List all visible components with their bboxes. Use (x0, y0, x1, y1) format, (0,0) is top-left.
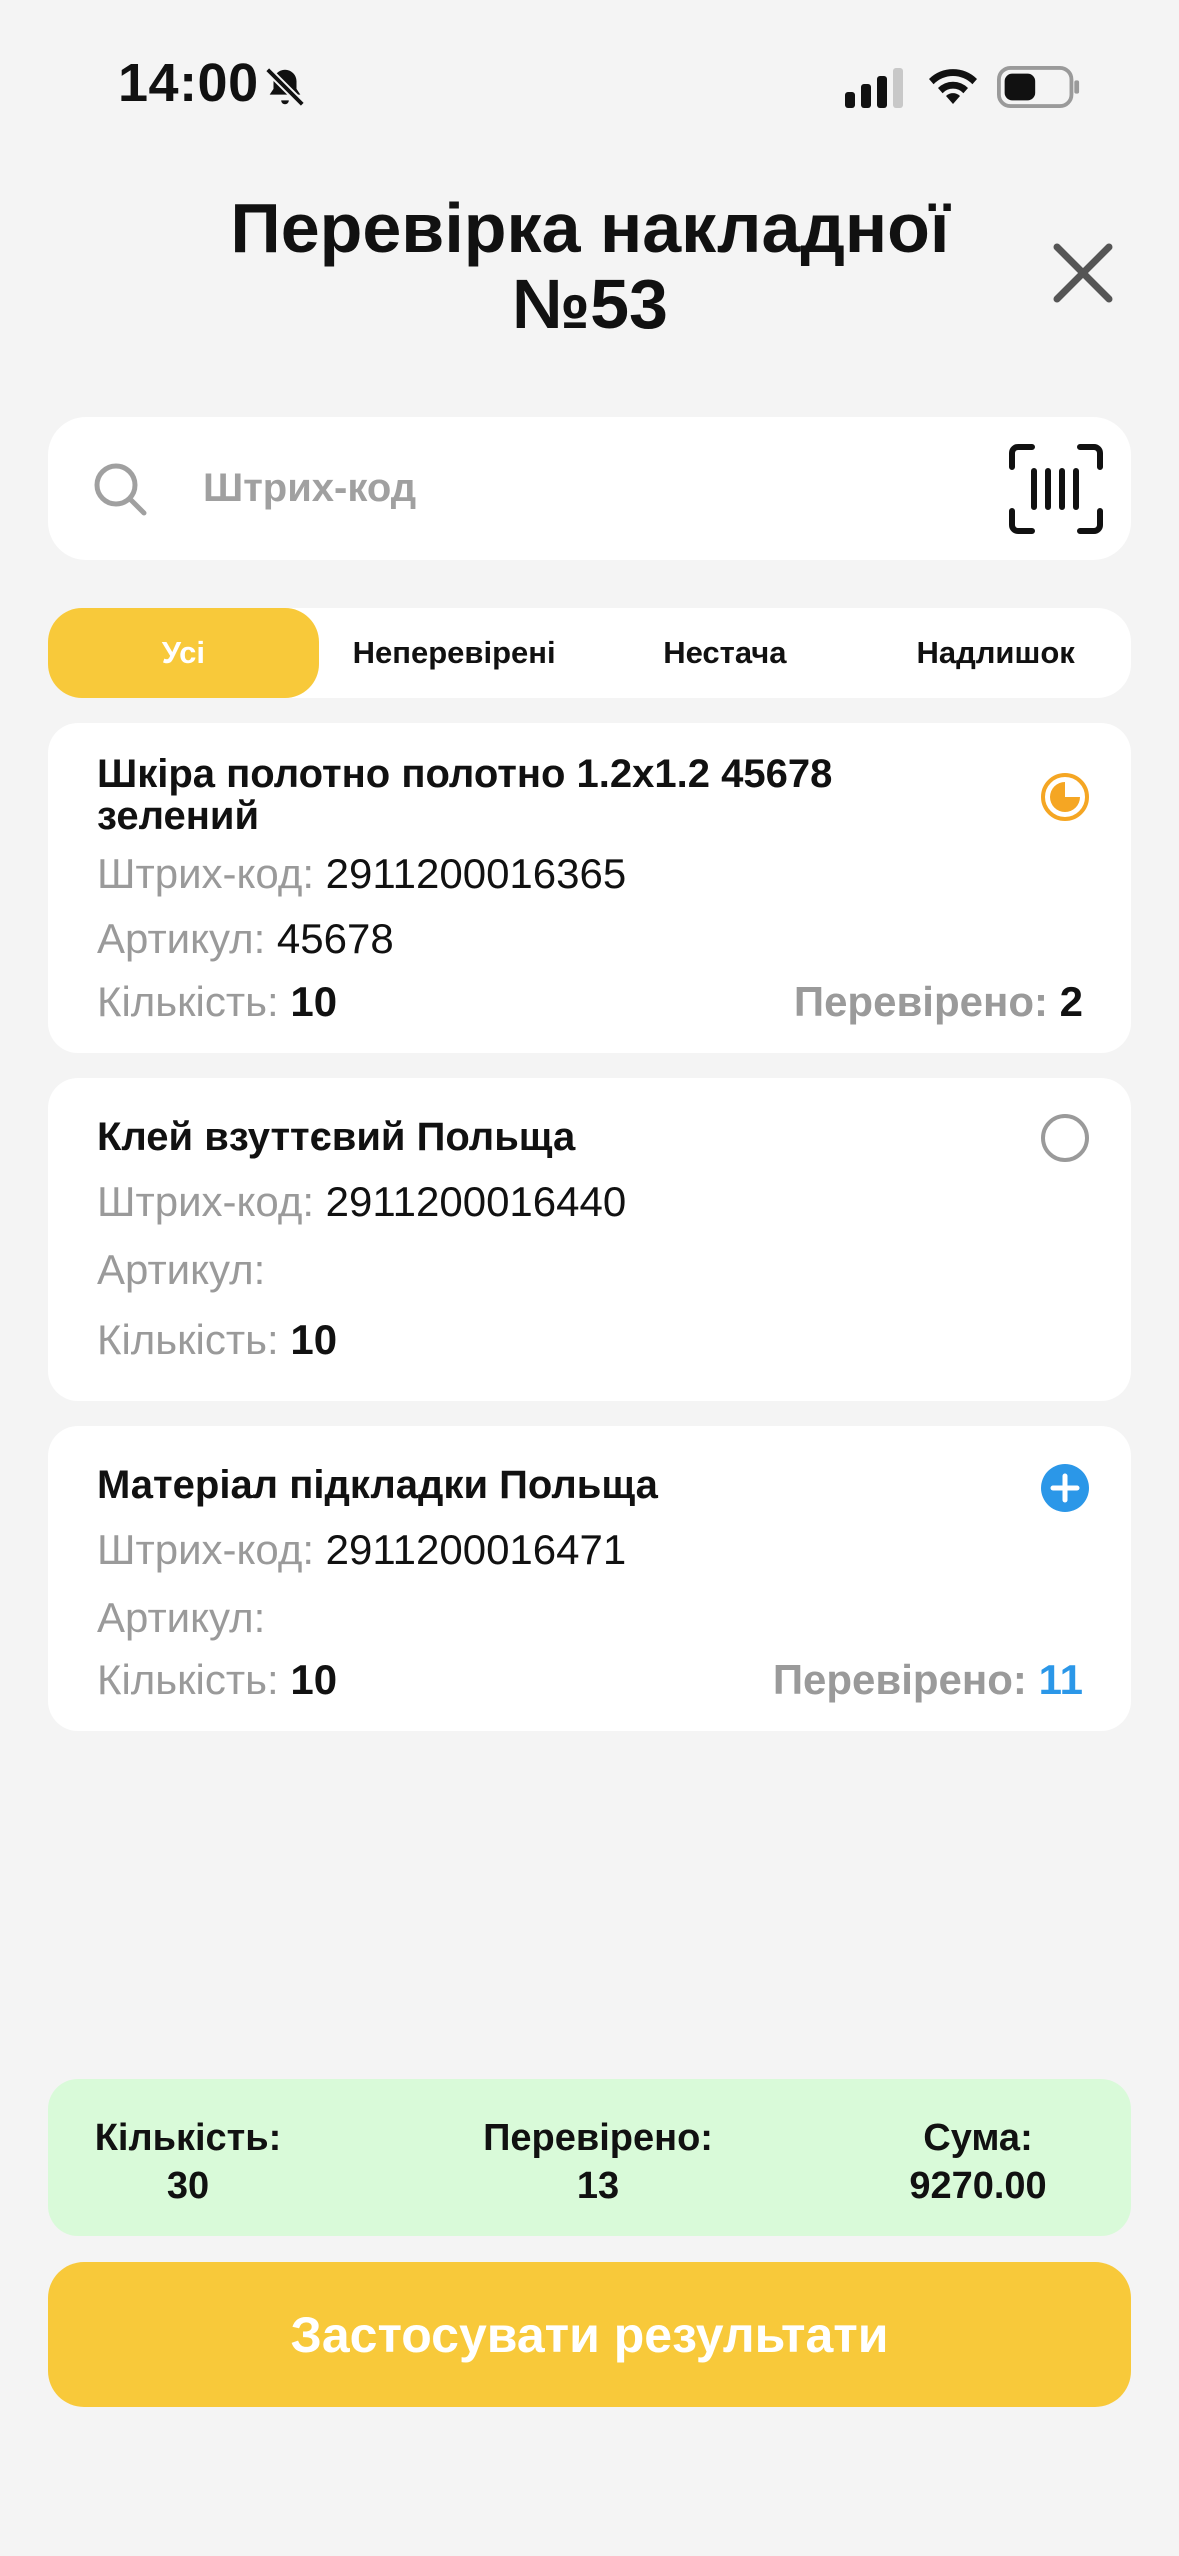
barcode-value: 2911200016365 (325, 850, 627, 897)
barcode-row: Штрих-код: 2911200016471 (97, 1526, 626, 1574)
checked-row: Перевірено: 2 (794, 978, 1083, 1026)
tab-surplus[interactable]: Надлишок (860, 608, 1131, 698)
quantity-value: 10 (290, 1316, 338, 1363)
tab-shortage[interactable]: Нестача (590, 608, 861, 698)
quantity-row: Кількість: 10 (97, 978, 337, 1026)
status-time: 14:00 (118, 53, 259, 113)
bell-muted-icon (265, 67, 305, 107)
filter-tabs: Усі Неперевірені Нестача Надлишок (48, 608, 1131, 698)
summary-quantity-value: 30 (166, 2165, 210, 2207)
item-name: Матеріал підкладки Польща (97, 1463, 658, 1507)
checked-label: Перевірено: (772, 1656, 1027, 1703)
quantity-label: Кількість: (97, 1316, 279, 1363)
quantity-value: 10 (290, 978, 338, 1025)
summary-quantity-label: Кількість: (94, 2117, 282, 2159)
summary-checked-value: 13 (576, 2165, 620, 2207)
checked-value: 2 (1059, 978, 1083, 1025)
quantity-label: Кількість: (97, 978, 279, 1025)
item-name: Шкіра полотно полотно 1.2x1.2 45678 зеле… (97, 752, 833, 838)
item-card[interactable]: Шкіра полотно полотно 1.2x1.2 45678 зеле… (48, 723, 1131, 1053)
battery-icon (997, 66, 1080, 108)
article-label: Артикул: (97, 915, 266, 962)
summary-checked: Перевірено: 13 (468, 2114, 728, 2210)
empty-circle-icon[interactable] (1039, 1112, 1091, 1164)
barcode-row: Штрих-код: 2911200016365 (97, 850, 626, 898)
quantity-label: Кількість: (97, 1656, 279, 1703)
cellular-signal-icon (845, 68, 903, 108)
item-card[interactable]: Матеріал підкладки Польща Штрих-код: 291… (48, 1426, 1131, 1731)
tab-all[interactable]: Усі (48, 608, 319, 698)
barcode-scan-icon[interactable] (1008, 443, 1104, 535)
partial-progress-icon[interactable] (1039, 771, 1091, 823)
article-row: Артикул: (97, 1594, 265, 1642)
close-button[interactable] (1040, 230, 1126, 316)
article-row: Артикул: (97, 1246, 265, 1294)
checked-row: Перевірено: 11 (773, 1656, 1083, 1704)
quantity-row: Кількість: 10 (97, 1316, 337, 1364)
article-label: Артикул: (97, 1246, 266, 1293)
article-row: Артикул: 45678 (97, 915, 394, 963)
barcode-label: Штрих-код: (97, 1526, 314, 1573)
summary-panel: Кількість: 30 Перевірено: 13 Сума: 9270.… (48, 2079, 1131, 2236)
search-box (48, 417, 1131, 560)
checked-label: Перевірено: (793, 978, 1048, 1025)
barcode-label: Штрих-код: (97, 1178, 314, 1225)
item-card[interactable]: Клей взуттєвий Польща Штрих-код: 2911200… (48, 1078, 1131, 1401)
article-value: 45678 (276, 915, 394, 962)
plus-circle-icon[interactable] (1039, 1462, 1091, 1514)
page-title: Перевірка накладної №53 (230, 189, 950, 343)
barcode-value: 2911200016471 (325, 1526, 627, 1573)
summary-sum-value: 9270.00 (909, 2165, 1047, 2207)
article-label: Артикул: (97, 1594, 266, 1641)
barcode-value: 2911200016440 (325, 1178, 627, 1225)
barcode-search-input[interactable] (203, 452, 1023, 524)
summary-sum: Сума: 9270.00 (858, 2114, 1098, 2210)
quantity-row: Кількість: 10 (97, 1656, 337, 1704)
checked-value: 11 (1038, 1656, 1083, 1703)
barcode-label: Штрих-код: (97, 850, 314, 897)
summary-sum-label: Сума: (923, 2117, 1033, 2159)
tab-unchecked[interactable]: Неперевірені (319, 608, 590, 698)
item-name: Клей взуттєвий Польща (97, 1115, 576, 1159)
search-icon (94, 463, 147, 516)
barcode-row: Штрих-код: 2911200016440 (97, 1178, 626, 1226)
quantity-value: 10 (290, 1656, 338, 1703)
wifi-icon (929, 69, 977, 104)
apply-results-button[interactable]: Застосувати результати (48, 2262, 1131, 2407)
status-bar: 14:00 (0, 0, 1179, 170)
close-icon (1053, 243, 1113, 303)
summary-checked-label: Перевірено: (483, 2117, 713, 2159)
summary-quantity: Кількість: 30 (78, 2114, 298, 2210)
